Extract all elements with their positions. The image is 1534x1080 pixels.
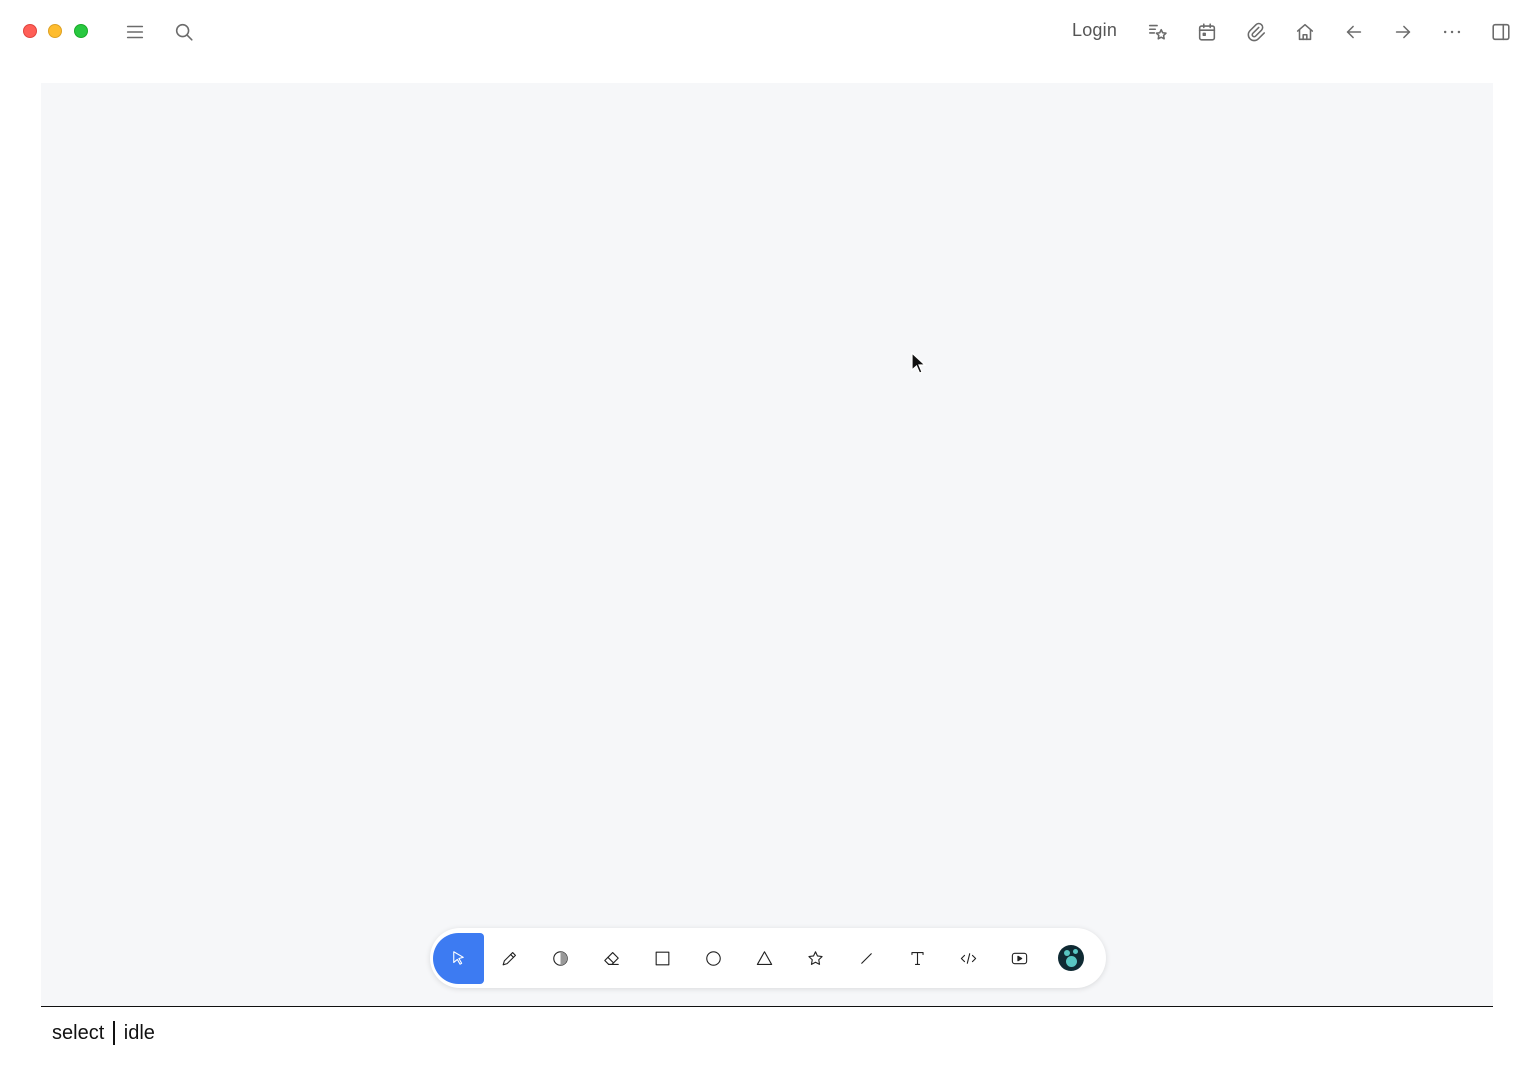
search-icon [175,23,193,41]
embed-code-tool-button[interactable] [943,933,994,984]
menu-icon [126,25,144,39]
whiteboard-canvas[interactable] [41,83,1493,1007]
attachment-button[interactable] [1241,17,1271,47]
rectangle-tool-button[interactable] [637,933,688,984]
status-state: idle [123,1021,155,1044]
eraser-icon [604,951,619,965]
highlighter-icon [553,950,568,966]
app-window: Login select idle [0,0,1534,1080]
pencil-icon [502,951,516,965]
eraser-tool-button[interactable] [586,933,637,984]
more-button[interactable] [1437,17,1467,47]
highlighter-tool-button[interactable] [535,933,586,984]
logseq-icon [1057,945,1084,971]
pencil-tool-button[interactable] [484,933,535,984]
sidebar-toggle-button[interactable] [1486,17,1516,47]
home-button[interactable] [1290,17,1320,47]
youtube-tool-button[interactable] [994,933,1045,984]
whiteboard-toolbar [430,928,1106,988]
mouse-cursor-icon [911,352,927,374]
star-tool-button[interactable] [790,933,841,984]
line-icon [861,952,872,964]
select-tool-button[interactable] [433,932,484,984]
starred-icon [1148,24,1167,40]
pointer-icon [453,950,464,965]
back-button[interactable] [1339,17,1369,47]
menu-button[interactable] [120,17,150,47]
text-icon [911,951,924,965]
youtube-icon [1011,952,1028,964]
sidebar-toggle-icon [1492,23,1510,41]
arrow-right-icon [1395,25,1411,39]
ellipse-tool-button[interactable] [688,933,739,984]
close-window-button[interactable] [23,24,37,38]
star-icon [808,950,823,965]
code-icon [960,952,977,964]
minimize-window-button[interactable] [48,24,62,38]
status-bar: select idle [52,1021,155,1045]
ellipse-icon [706,950,721,966]
attachment-icon [1247,22,1266,42]
maximize-window-button[interactable] [74,24,88,38]
favorites-button[interactable] [1143,17,1173,47]
forward-button[interactable] [1388,17,1418,47]
text-tool-button[interactable] [892,933,943,984]
home-icon [1296,23,1314,41]
line-tool-button[interactable] [841,933,892,984]
triangle-icon [756,950,773,965]
status-divider [113,1021,115,1045]
more-icon [1443,30,1461,34]
triangle-tool-button[interactable] [739,933,790,984]
logseq-portal-tool-button[interactable] [1045,933,1096,984]
login-button[interactable]: Login [1072,20,1117,41]
status-tool: select [52,1021,105,1044]
arrow-left-icon [1346,25,1362,39]
rectangle-icon [655,951,670,965]
search-button[interactable] [169,17,199,47]
title-bar: Login [0,0,1534,64]
journals-button[interactable] [1192,17,1222,47]
calendar-icon [1198,23,1216,41]
